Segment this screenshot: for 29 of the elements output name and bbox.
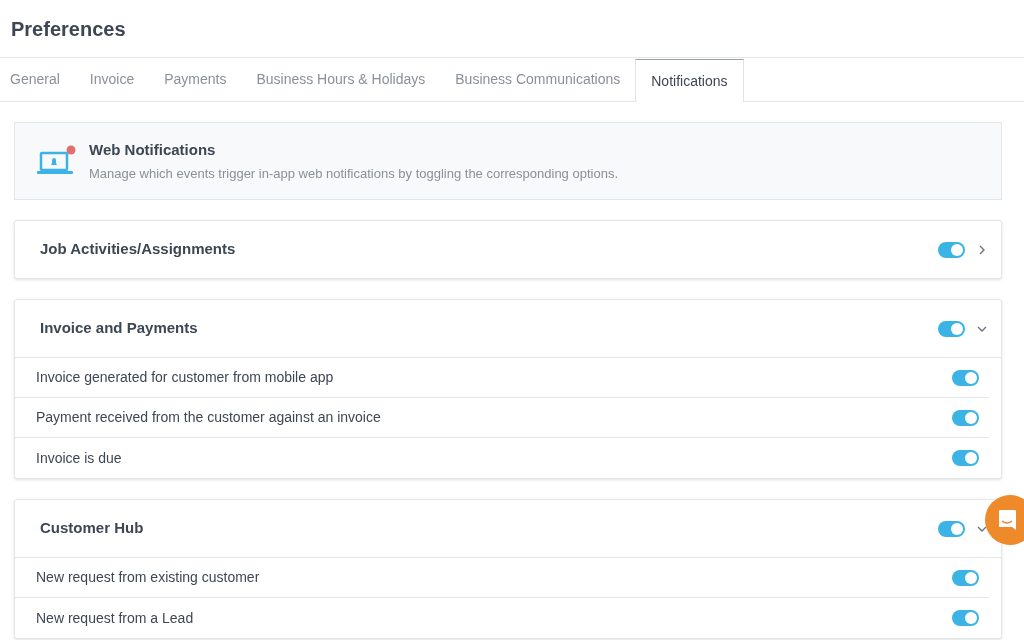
chat-button[interactable] — [985, 495, 1024, 545]
banner-title: Web Notifications — [89, 139, 217, 160]
notification-label: Payment received from the customer against an invoice — [36, 408, 382, 427]
notification-label: New request from a Lead — [36, 608, 195, 628]
tab[interactable]: Business Communications — [440, 58, 636, 101]
toggle-switch[interactable] — [952, 569, 979, 586]
notification-label: New request from existing customer — [36, 568, 261, 587]
toggle-switch[interactable] — [952, 610, 979, 626]
section-title: Invoice and Payments — [40, 318, 199, 339]
tab[interactable]: General — [0, 58, 75, 101]
toggle-switch[interactable] — [952, 409, 979, 426]
notification-label: Invoice is due — [36, 448, 123, 468]
section-title: Job Activities/Assignments — [40, 239, 237, 260]
notification-label: Invoice generated for customer from mobile app — [36, 368, 335, 387]
chevron-right-icon[interactable] — [977, 244, 987, 255]
toggle-switch[interactable] — [938, 241, 965, 258]
toggle-switch[interactable] — [952, 450, 979, 466]
toggle-switch[interactable] — [938, 520, 965, 537]
tab[interactable]: Notifications — [635, 59, 744, 102]
chat-bubble-icon — [997, 509, 1017, 531]
tab[interactable]: Business Hours & Holidays — [241, 58, 441, 101]
toggle-switch[interactable] — [952, 369, 979, 386]
page-title: Preferences — [11, 16, 126, 42]
section-title: Customer Hub — [40, 518, 145, 539]
tab[interactable]: Invoice — [74, 58, 150, 101]
toggle-switch[interactable] — [938, 320, 965, 337]
laptop-bell-icon — [37, 145, 77, 177]
tab[interactable]: Payments — [149, 58, 242, 101]
banner-description: Manage which events trigger in-app web notifications by toggling the corresponding options. — [89, 165, 618, 183]
